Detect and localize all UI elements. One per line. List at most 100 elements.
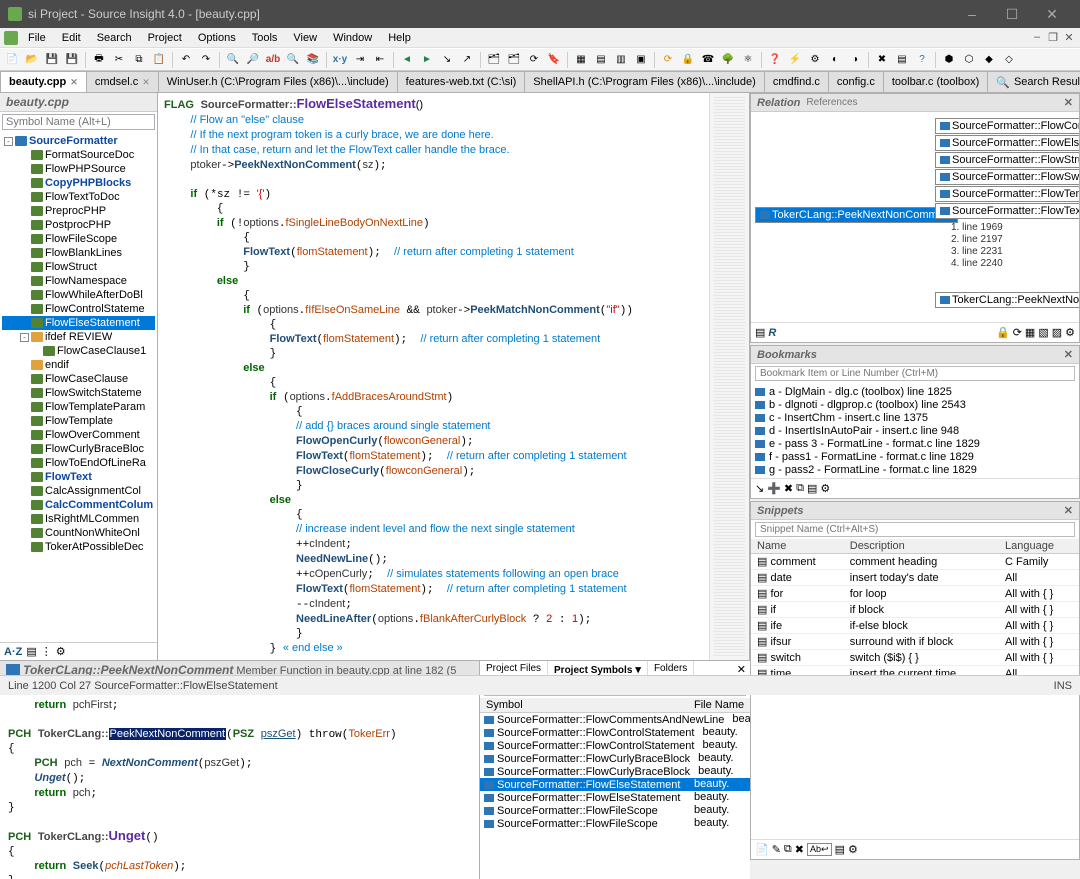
relation-ref-node[interactable]: SourceFormatter::FlowStruct <box>935 152 1079 168</box>
file-tab[interactable]: WinUser.h (C:\Program Files (x86)\...\in… <box>158 71 398 92</box>
menu-help[interactable]: Help <box>380 30 419 46</box>
save-icon[interactable]: 💾 <box>43 51 61 69</box>
bookmark-icon[interactable]: 🔖 <box>545 51 563 69</box>
snippets-header[interactable]: Language <box>999 539 1079 554</box>
close-button[interactable]: ✕ <box>1032 0 1072 28</box>
tree-twisty-icon[interactable]: - <box>4 137 13 146</box>
symbol-node[interactable]: FlowSwitchStateme <box>2 386 155 400</box>
file-tab[interactable]: cmdfind.c <box>764 71 829 92</box>
app-menu-icon[interactable] <box>4 31 18 45</box>
paste-icon[interactable]: 📋 <box>150 51 168 69</box>
menu-edit[interactable]: Edit <box>54 30 89 46</box>
compile-icon[interactable]: ⚙ <box>806 51 824 69</box>
relation-ref-node[interactable]: SourceFormatter::FlowSwitchStatement <box>935 169 1079 185</box>
help-icon[interactable]: ? <box>913 51 931 69</box>
symbol-node[interactable]: FlowCurlyBraceBloc <box>2 442 155 456</box>
project-symbol-row[interactable]: SourceFormatter::FlowControlStatementbea… <box>480 739 750 752</box>
view3-icon[interactable]: ▥ <box>612 51 630 69</box>
sort-group-icon[interactable]: ▤ <box>26 645 36 658</box>
snippet-row[interactable]: ▤ switchswitch ($i$) { }All with { } <box>751 650 1079 666</box>
custom3-icon[interactable]: ◆ <box>980 51 998 69</box>
project-symbol-row[interactable]: SourceFormatter::FlowFileScopebeauty. <box>480 817 750 830</box>
bookmark-item[interactable]: a - DlgMain - dlg.c (toolbox) line 1825 <box>753 385 1077 398</box>
browse-symbols-icon[interactable]: 🗂 <box>485 51 503 69</box>
jump-def-icon[interactable]: ↘ <box>438 51 456 69</box>
tab-close-icon[interactable]: ✕ <box>142 77 150 88</box>
snip-copy-icon[interactable]: ⧉ <box>784 843 792 856</box>
symbol-node[interactable]: endif <box>2 358 155 372</box>
symbol-node[interactable]: FlowFileScope <box>2 232 155 246</box>
snip-ab-icon[interactable]: Ab↩ <box>807 843 832 856</box>
project-symbol-row[interactable]: SourceFormatter::FlowCurlyBraceBlockbeau… <box>480 752 750 765</box>
symbol-tree[interactable]: -SourceFormatterFormatSourceDocFlowPHPSo… <box>0 132 157 642</box>
sym-opt1-icon[interactable]: ⋮ <box>41 645 52 658</box>
rel-tool-browse3-icon[interactable]: ▨ <box>1052 326 1062 339</box>
rel-tool-lock-icon[interactable]: 🔒 <box>996 326 1010 339</box>
bookmark-item[interactable]: e - pass 3 - FormatLine - format.c line … <box>753 437 1077 450</box>
context-code[interactable]: return pchFirst; PCH TokerCLang::PeekNex… <box>0 694 479 879</box>
sync-files-icon[interactable]: ⟳ <box>525 51 543 69</box>
find-next-icon[interactable]: 🔎 <box>244 51 262 69</box>
symbol-node[interactable]: TokerAtPossibleDec <box>2 540 155 554</box>
symbol-node[interactable]: CalcCommentColum <box>2 498 155 512</box>
file-tab[interactable]: cmdsel.c✕ <box>86 71 159 92</box>
project-symbol-row[interactable]: SourceFormatter::FlowControlStatementbea… <box>480 726 750 739</box>
mdi-close-icon[interactable]: ✕ <box>1062 31 1076 45</box>
relation-line-ref[interactable]: 4. line 2240 <box>951 258 1003 269</box>
rename-icon[interactable]: x·y <box>331 51 349 69</box>
relation-ref-node[interactable]: SourceFormatter::FlowTemplate <box>935 186 1079 202</box>
view2-icon[interactable]: ▤ <box>592 51 610 69</box>
rel-tool-r-icon[interactable]: R <box>768 327 776 339</box>
file-tab[interactable]: beauty.cpp✕ <box>0 71 87 92</box>
opt2-icon[interactable]: ◑ <box>846 51 864 69</box>
rel-tool-gear-icon[interactable]: ⚙ <box>1065 326 1075 339</box>
snip-edit-icon[interactable]: ✎ <box>772 843 781 856</box>
symbol-node[interactable]: PreprocPHP <box>2 204 155 218</box>
redo-icon[interactable]: ↷ <box>197 51 215 69</box>
lookup-refs-icon[interactable]: 📚 <box>304 51 322 69</box>
search-project-icon[interactable]: 🔍 <box>284 51 302 69</box>
relation-line-ref[interactable]: 1. line 1969 <box>951 222 1003 233</box>
replace-icon[interactable]: a/b <box>264 51 282 69</box>
opt1-icon[interactable]: ◐ <box>826 51 844 69</box>
relation-focal-node[interactable]: TokerCLang::PeekNextNonComment <box>755 207 958 223</box>
relation-canvas[interactable]: TokerCLang::PeekNextNonComment SourceFor… <box>751 112 1079 322</box>
bm-add-icon[interactable]: ➕ <box>767 482 781 495</box>
code-body[interactable]: FLAG SourceFormatter::FlowElseStatement(… <box>158 93 709 660</box>
minimize-button[interactable]: – <box>952 0 992 28</box>
snippet-row[interactable]: ▤ ifif blockAll with { } <box>751 602 1079 618</box>
symbol-node[interactable]: FlowText <box>2 470 155 484</box>
symbol-node[interactable]: FlowCaseClause <box>2 372 155 386</box>
relation-tail-node[interactable]: TokerCLang::PeekNextNonComment <box>935 292 1079 308</box>
snip-opt-icon[interactable]: ▤ <box>835 843 845 856</box>
symbol-node[interactable]: FlowBlankLines <box>2 246 155 260</box>
project-symbol-list[interactable]: SymbolFile Name SourceFormatter::FlowCom… <box>480 698 750 879</box>
symbol-node[interactable]: FlowTemplateParam <box>2 400 155 414</box>
symbol-node[interactable]: FlowNamespace <box>2 274 155 288</box>
project-symbol-row[interactable]: SourceFormatter::FlowCurlyBraceBlockbeau… <box>480 765 750 778</box>
snippet-row[interactable]: ▤ forfor loopAll with { } <box>751 586 1079 602</box>
file-tab[interactable]: ShellAPI.h (C:\Program Files (x86)\...\i… <box>524 71 765 92</box>
indent-icon[interactable]: ⇥ <box>351 51 369 69</box>
tree-icon[interactable]: 🌳 <box>719 51 737 69</box>
relation-line-ref[interactable]: 2. line 2197 <box>951 234 1003 245</box>
tab-close-icon[interactable]: ✕ <box>70 77 78 88</box>
print-icon[interactable]: 🖶 <box>90 51 108 69</box>
symbol-node[interactable]: IsRightMLCommen <box>2 512 155 526</box>
symbol-node[interactable]: FlowStruct <box>2 260 155 274</box>
menu-options[interactable]: Options <box>190 30 244 46</box>
snippet-row[interactable]: ▤ ifeif-else blockAll with { } <box>751 618 1079 634</box>
snip-del-icon[interactable]: ✖ <box>795 843 804 856</box>
snip-gear-icon[interactable]: ⚙ <box>848 843 858 856</box>
symbol-node[interactable]: CalcAssignmentCol <box>2 484 155 498</box>
snippets-close-icon[interactable]: ✕ <box>1064 504 1073 517</box>
relation-close-icon[interactable]: ✕ <box>1064 96 1073 109</box>
bookmarks-input[interactable] <box>755 366 1075 381</box>
symbol-node[interactable]: -ifdef REVIEW <box>2 330 155 344</box>
copy-icon[interactable]: ⧉ <box>130 51 148 69</box>
snippet-row[interactable]: ▤ dateinsert today's dateAll <box>751 570 1079 586</box>
close-all-icon[interactable]: ✖ <box>873 51 891 69</box>
bookmark-item[interactable]: g - pass2 - FormatLine - format.c line 1… <box>753 463 1077 476</box>
symbol-node[interactable]: FormatSourceDoc <box>2 148 155 162</box>
jump-caller-icon[interactable]: ↗ <box>458 51 476 69</box>
